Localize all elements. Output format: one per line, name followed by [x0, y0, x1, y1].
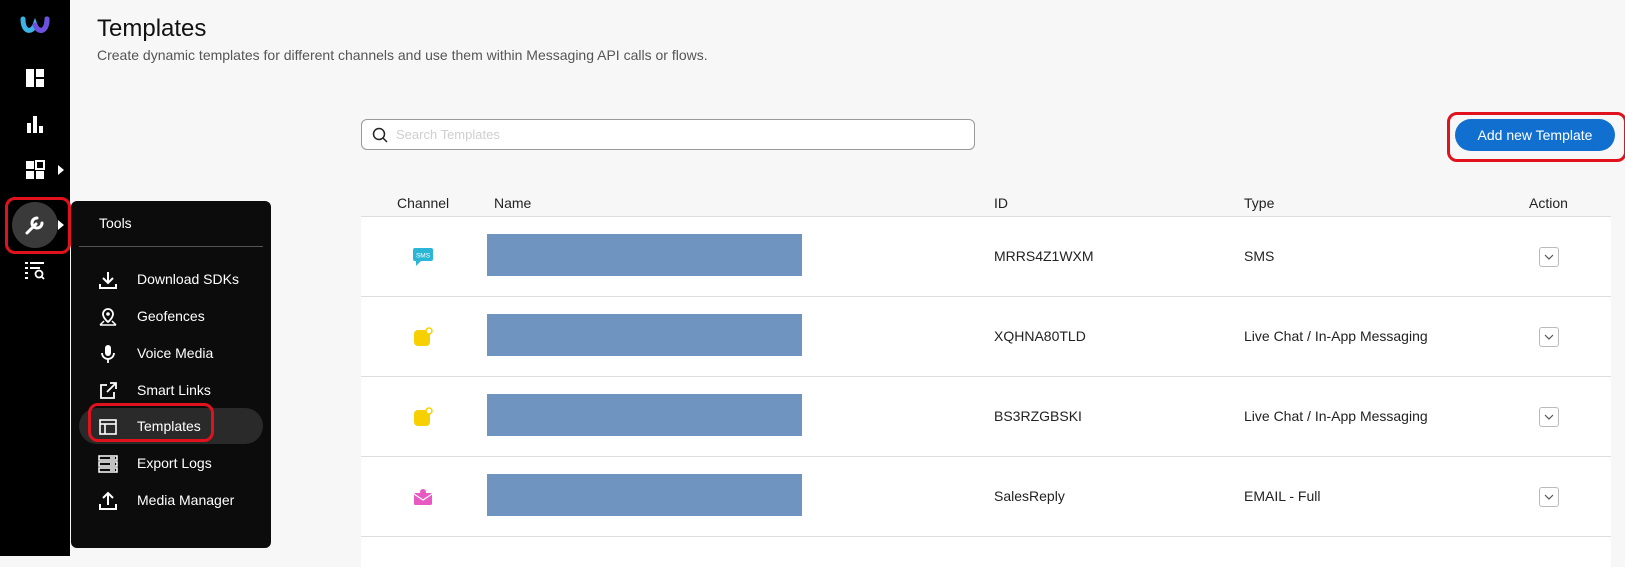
flyout-divider [79, 246, 263, 247]
add-new-template-button[interactable]: Add new Template [1455, 119, 1615, 151]
row-type: EMAIL - Full [1244, 488, 1321, 504]
chat-icon [412, 326, 434, 348]
page-subtitle: Create dynamic templates for different c… [97, 47, 708, 63]
name-redacted-block [487, 314, 802, 356]
chevron-down-icon[interactable] [1539, 247, 1559, 267]
name-redacted-block [487, 234, 802, 276]
header-channel: Channel [397, 195, 450, 211]
chevron-down-icon[interactable] [1539, 487, 1559, 507]
header-type: Type [1244, 195, 1275, 211]
tools-highlight-box [5, 197, 71, 254]
microphone-icon [97, 343, 119, 365]
apps-icon[interactable] [0, 148, 70, 192]
search-icon [372, 127, 388, 143]
table-row [361, 537, 1611, 567]
chevron-down-icon[interactable] [1539, 407, 1559, 427]
external-link-icon [97, 380, 119, 402]
header-name: Name [494, 195, 532, 211]
left-nav-rail [0, 0, 70, 556]
menu-item-label: Geofences [137, 308, 205, 324]
row-id: BS3RZGBSKI [994, 408, 1082, 424]
email-icon [412, 486, 434, 508]
menu-item-media-manager[interactable]: Media Manager [79, 482, 263, 518]
name-redacted-block [487, 474, 802, 516]
row-type: Live Chat / In-App Messaging [1244, 328, 1428, 344]
menu-item-label: Voice Media [137, 345, 214, 361]
menu-item-label: Media Manager [137, 492, 235, 508]
webex-logo [0, 4, 70, 48]
templates-highlight-box [88, 403, 214, 442]
row-type: SMS [1244, 248, 1275, 264]
menu-item-download-sdks[interactable]: Download SDKs [79, 261, 263, 297]
svg-text:SMS: SMS [416, 253, 431, 260]
chat-icon [412, 406, 434, 428]
server-icon [97, 453, 119, 475]
menu-item-label: Smart Links [137, 382, 211, 398]
row-id: XQHNA80TLD [994, 328, 1086, 344]
table-row[interactable]: BS3RZGBSKI Live Chat / In-App Messaging [361, 377, 1611, 457]
search-box[interactable] [361, 119, 975, 150]
header-id: ID [994, 195, 1008, 211]
download-icon [97, 269, 119, 291]
table-row[interactable]: SalesReply EMAIL - Full [361, 457, 1611, 537]
row-id: SalesReply [994, 488, 1065, 504]
menu-item-voice-media[interactable]: Voice Media [79, 335, 263, 371]
sms-icon: SMS [412, 246, 434, 268]
search-input[interactable] [394, 126, 958, 143]
page-title: Templates [97, 15, 207, 42]
row-id: MRRS4Z1WXM [994, 248, 1094, 264]
map-pin-icon [97, 306, 119, 328]
upload-icon [97, 490, 119, 512]
menu-item-export-logs[interactable]: Export Logs [79, 445, 263, 481]
menu-item-label: Download SDKs [137, 271, 239, 287]
dashboard-icon[interactable] [0, 56, 70, 100]
row-type: Live Chat / In-App Messaging [1244, 408, 1428, 424]
table-header: Channel Name ID Type Action [361, 186, 1611, 217]
name-redacted-block [487, 394, 802, 436]
templates-table: Channel Name ID Type Action SMS MRRS4Z1W… [361, 186, 1611, 567]
menu-item-geofences[interactable]: Geofences [79, 298, 263, 334]
table-row[interactable]: SMS MRRS4Z1WXM SMS [361, 217, 1611, 297]
header-action: Action [1529, 195, 1568, 211]
analytics-icon[interactable] [0, 102, 70, 146]
menu-item-label: Export Logs [137, 455, 212, 471]
table-row[interactable]: XQHNA80TLD Live Chat / In-App Messaging [361, 297, 1611, 377]
flyout-title: Tools [99, 215, 132, 231]
logs-search-icon[interactable] [0, 248, 70, 292]
tools-flyout-menu: Tools Download SDKs Geofences Voice Medi… [71, 201, 271, 548]
chevron-down-icon[interactable] [1539, 327, 1559, 347]
